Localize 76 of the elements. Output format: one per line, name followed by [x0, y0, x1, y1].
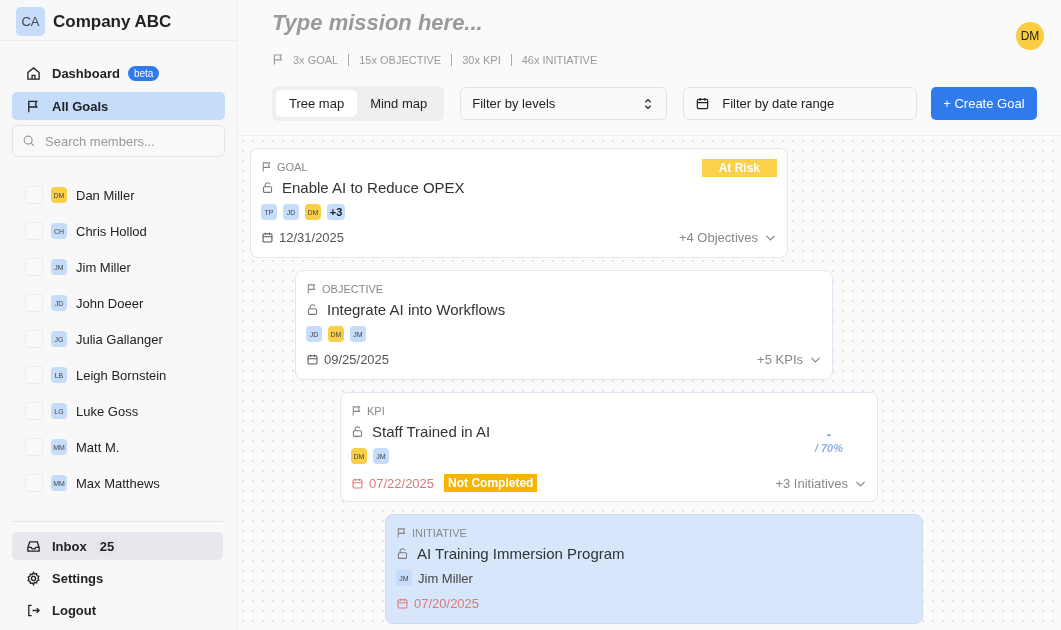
mission-field[interactable]: Type mission here... [272, 8, 672, 38]
member-name: Luke Goss [76, 403, 139, 419]
progress-value: - [826, 427, 832, 442]
org-name: Company ABC [53, 11, 172, 32]
nav-label: All Goals [52, 98, 109, 114]
nav-item[interactable]: Dashboard beta [12, 59, 225, 87]
nav-label: Logout [52, 602, 97, 618]
lock-icon [396, 547, 409, 560]
due-date: 07/22/2025 [369, 475, 435, 491]
flag-icon [272, 53, 285, 66]
settings-icon [26, 570, 41, 586]
beta-badge: beta [127, 65, 160, 81]
due-date: 12/31/2025 [279, 230, 345, 245]
more-owners-badge: +3 [327, 204, 345, 220]
nav-item[interactable]: Inbox 25 [12, 532, 223, 560]
calendar-icon [695, 96, 711, 111]
owner-name: Jim Miller [418, 570, 473, 586]
calendar-icon [396, 597, 409, 610]
calendar-icon [351, 476, 364, 490]
children-toggle[interactable]: +3 Initiatives [775, 475, 867, 491]
level-label: INITIATIVE [412, 527, 467, 539]
logout-icon [26, 602, 41, 618]
calendar-icon [306, 353, 319, 366]
count-badge: 25 [94, 536, 120, 556]
view-tab[interactable]: Tree map [276, 90, 358, 117]
view-tab[interactable]: Mind map [357, 90, 441, 117]
card-title: Integrate AI into Workflows [327, 301, 506, 318]
search-field[interactable]: Search members... [12, 125, 225, 157]
date-filter-field[interactable]: Filter by date range [683, 87, 918, 120]
user-avatar[interactable]: DM [1016, 22, 1044, 50]
flag-icon [261, 161, 273, 173]
progress-target: / 70% [814, 442, 843, 454]
card-title: Staff Trained in AI [372, 423, 491, 440]
search-icon [22, 134, 36, 148]
home-icon [26, 65, 41, 81]
stat-label: 3x GOAL [293, 53, 339, 66]
due-date: 07/20/2025 [414, 596, 480, 611]
status-badge: Not Completed [444, 474, 538, 492]
stat-label: 30x KPI [462, 53, 501, 66]
card-title: Enable AI to Reduce OPEX [282, 179, 465, 196]
flag-icon [306, 283, 318, 295]
lock-icon [261, 181, 274, 194]
nav-label: Inbox [52, 538, 87, 554]
children-toggle[interactable]: +4 Objectives [678, 230, 777, 245]
create-goal-button[interactable]: + Create Goal [931, 87, 1037, 120]
member-name: Leigh Bornstein [76, 367, 167, 383]
card-title: AI Training Immersion Program [417, 545, 625, 562]
lock-icon [351, 425, 364, 438]
nav-item[interactable]: Settings [12, 564, 223, 592]
member-name: Chris Hollod [76, 223, 147, 239]
level-label: KPI [367, 405, 385, 417]
stat-label: 46x INITIATIVE [521, 53, 598, 66]
lock-icon [306, 303, 319, 316]
calendar-icon [261, 231, 274, 244]
flag-icon [351, 405, 363, 417]
member-name: Max Matthews [76, 475, 160, 491]
nav-label: Settings [52, 570, 104, 586]
level-label: OBJECTIVE [322, 283, 384, 295]
nav-item[interactable]: Logout [12, 596, 223, 624]
member-name: Dan Miller [76, 187, 135, 203]
member-name: Jim Miller [76, 259, 131, 275]
flag-icon [396, 527, 408, 539]
member-name: John Doeer [76, 295, 144, 311]
children-toggle[interactable]: +5 KPIs [757, 352, 822, 367]
stat-label: 15x OBJECTIVE [359, 53, 442, 66]
level-label: GOAL [277, 161, 308, 173]
due-date: 09/25/2025 [324, 352, 390, 367]
flag-icon [26, 98, 41, 114]
inbox-icon [26, 538, 41, 554]
nav-item[interactable]: All Goals [12, 92, 225, 120]
status-badge: At Risk [701, 159, 777, 177]
member-name: Julia Gallanger [76, 331, 163, 347]
member-name: Matt M. [76, 439, 120, 455]
org-avatar: CA [16, 7, 45, 36]
nav-label: Dashboard [52, 65, 120, 81]
level-filter-dropdown[interactable]: Filter by levels [460, 87, 668, 120]
